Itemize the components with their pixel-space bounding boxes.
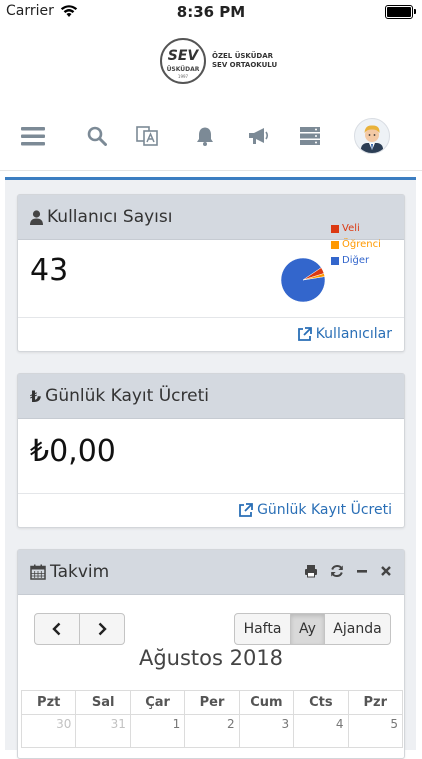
daily-fee-panel: ₺ Günlük Kayıt Ücreti ₺0,00 Günlük Kayıt… <box>17 373 405 528</box>
legend-item: Öğrenci <box>331 237 381 253</box>
view-month-button[interactable]: Ay <box>290 613 325 645</box>
external-link-icon <box>297 326 312 341</box>
user-pie-chart <box>280 257 326 303</box>
calendar-day-cell[interactable]: 4 <box>293 714 349 748</box>
minimize-icon[interactable] <box>356 564 368 578</box>
legend-label: Diğer <box>342 255 370 266</box>
logo-line1: ÖZEL ÜSKÜDAR <box>212 52 274 60</box>
calendar-tools <box>304 564 392 578</box>
chevron-left-icon <box>52 622 61 636</box>
panel-title: Günlük Kayıt Ücreti <box>45 386 209 406</box>
school-logo[interactable]: SEV ÜSKÜDAR 1997 ÖZEL ÜSKÜDAR SEV ORTAOK… <box>160 38 277 84</box>
translate-icon[interactable] <box>133 122 161 150</box>
header-divider <box>0 170 422 171</box>
logo-mark: SEV <box>167 48 199 64</box>
search-icon[interactable] <box>83 122 111 150</box>
refresh-icon[interactable] <box>330 564 344 578</box>
weekday-header: Cts <box>293 690 349 715</box>
panel-footer: Kullanıcılar <box>18 317 404 351</box>
logo-sub: ÜSKÜDAR <box>166 66 200 73</box>
next-month-button[interactable] <box>79 613 125 645</box>
view-week-button[interactable]: Hafta <box>234 613 291 645</box>
close-icon[interactable] <box>380 564 392 578</box>
user-icon <box>30 209 43 225</box>
calendar-month-title: Ağustos 2018 <box>138 646 284 670</box>
list-icon[interactable] <box>296 122 324 150</box>
weekday-header: Pzt <box>20 690 77 715</box>
logo-seal: SEV ÜSKÜDAR 1997 <box>160 38 206 84</box>
calendar-day-cell[interactable]: 1 <box>129 714 186 748</box>
users-link-label: Kullanıcılar <box>315 326 392 342</box>
user-count-panel: Kullanıcı Sayısı 43 Veli Öğrenci Diğer Kul… <box>17 194 405 352</box>
legend-label: Veli <box>342 223 360 234</box>
print-icon[interactable] <box>304 564 318 578</box>
calendar-day-cell[interactable]: 2 <box>184 714 240 748</box>
panel-header: ₺ Günlük Kayıt Ücreti <box>18 374 404 419</box>
weekday-header: Sal <box>75 690 131 715</box>
calendar-day-cell[interactable]: 5 <box>347 714 404 748</box>
calendar-icon <box>30 564 46 580</box>
calendar-day-cell[interactable]: 31 <box>75 714 131 748</box>
calendar-grid: Pzt Sal Çar Per Cum Cts Pzr 30 31 1 2 3 … <box>20 690 404 748</box>
panel-title: Kullanıcı Sayısı <box>47 207 173 227</box>
calendar-day-cell[interactable]: 30 <box>20 714 77 748</box>
legend-swatch <box>331 257 339 265</box>
logo-text: ÖZEL ÜSKÜDAR SEV ORTAOKULU <box>212 52 277 70</box>
weekday-header: Cum <box>238 690 295 715</box>
legend-swatch <box>331 225 339 233</box>
calendar-day-cell[interactable]: 3 <box>238 714 295 748</box>
avatar[interactable] <box>354 118 390 154</box>
legend-item: Diğer <box>331 253 381 269</box>
battery-icon <box>385 5 416 19</box>
users-link[interactable]: Kullanıcılar <box>297 326 392 342</box>
status-bar: Carrier 8:36 PM <box>0 0 422 24</box>
calendar-panel: Takvim Hafta Ay Ajanda Ağustos 2018 Pzt … <box>17 549 405 759</box>
daily-fee-value: ₺0,00 <box>30 434 116 469</box>
panel-footer: Günlük Kayıt Ücreti <box>18 493 404 527</box>
view-agenda-button[interactable]: Ajanda <box>324 613 391 645</box>
weekday-header: Pzr <box>347 690 404 715</box>
legend-swatch <box>331 241 339 249</box>
external-link-icon <box>239 502 253 517</box>
legend-label: Öğrenci <box>342 239 381 250</box>
weekday-header-row: Pzt Sal Çar Per Cum Cts Pzr <box>20 690 404 715</box>
menu-icon[interactable] <box>19 122 47 150</box>
daily-fee-link[interactable]: Günlük Kayıt Ücreti <box>238 502 392 518</box>
chart-legend: Veli Öğrenci Diğer <box>331 221 381 269</box>
megaphone-icon[interactable] <box>244 122 272 150</box>
lira-icon: ₺ <box>30 386 42 406</box>
clock: 8:36 PM <box>176 3 246 21</box>
prev-month-button[interactable] <box>34 613 80 645</box>
legend-item: Veli <box>331 221 381 237</box>
panel-header: Takvim <box>18 550 404 595</box>
weekday-header: Çar <box>129 690 186 715</box>
user-count-value: 43 <box>30 253 69 288</box>
daily-fee-link-label: Günlük Kayıt Ücreti <box>257 502 392 518</box>
panel-title: Takvim <box>50 562 110 582</box>
logo-line2: SEV ORTAOKULU <box>212 61 278 69</box>
weekday-header: Per <box>184 690 240 715</box>
bell-icon[interactable] <box>191 122 219 150</box>
calendar-week-row: 30 31 1 2 3 4 5 <box>20 714 404 748</box>
logo-year: 1997 <box>177 74 189 79</box>
chevron-right-icon <box>98 622 107 636</box>
